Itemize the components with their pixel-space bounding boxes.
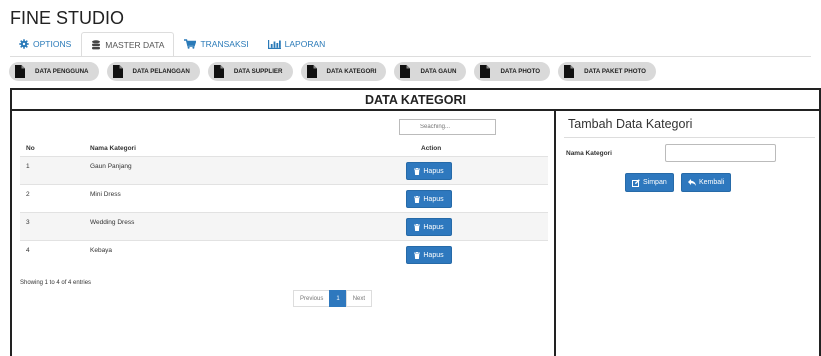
save-button[interactable]: Simpan xyxy=(625,173,674,192)
trash-icon xyxy=(414,223,421,231)
subnav-data-kategori[interactable]: DATA KATEGORI xyxy=(300,62,387,81)
tab-master-data[interactable]: MASTER DATA xyxy=(81,32,175,57)
subnav-label: DATA PENGGUNA xyxy=(35,68,89,75)
tab-label: TRANSAKSI xyxy=(200,39,249,49)
row-no: 1 xyxy=(26,163,30,170)
back-label: Kembali xyxy=(699,179,725,186)
nama-kategori-label: Nama Kategori xyxy=(566,150,612,157)
save-label: Simpan xyxy=(643,179,667,186)
row-name: Kebaya xyxy=(90,247,113,254)
panel-title: DATA KATEGORI xyxy=(12,90,819,111)
subnav-data-supplier[interactable]: DATA SUPPLIER xyxy=(207,62,293,81)
document-icon xyxy=(480,65,491,78)
tab-label: LAPORAN xyxy=(284,39,326,49)
back-button[interactable]: Kembali xyxy=(681,173,732,192)
document-icon xyxy=(112,65,123,78)
pagination: Previous 1 Next xyxy=(293,290,373,307)
subnav-data-pengguna[interactable]: DATA PENGGUNA xyxy=(9,62,99,81)
subnav-label: DATA PELANGGAN xyxy=(132,68,190,75)
delete-button[interactable]: Hapus xyxy=(406,190,452,208)
gear-icon xyxy=(19,39,29,49)
document-icon xyxy=(213,65,224,78)
tab-transaksi[interactable]: TRANSAKSI xyxy=(175,32,257,56)
main-tabs: OPTIONS MASTER DATA TRANSAKSI LAPORAN xyxy=(10,32,335,57)
pagination-page-1[interactable]: 1 xyxy=(329,290,347,307)
document-icon xyxy=(400,65,411,78)
database-icon xyxy=(91,39,101,50)
table-header: No Nama Kategori Action xyxy=(20,140,548,156)
column-action: Action xyxy=(421,145,442,152)
column-no: No xyxy=(26,145,35,152)
subnav-label: DATA PHOTO xyxy=(500,68,541,75)
subnav-data-pelanggan[interactable]: DATA PELANGGAN xyxy=(106,62,200,81)
row-name: Wedding Dress xyxy=(90,219,135,226)
search-input[interactable] xyxy=(399,119,496,135)
trash-icon xyxy=(414,251,421,259)
reply-icon xyxy=(688,179,696,186)
tab-options[interactable]: OPTIONS xyxy=(10,32,80,56)
bar-chart-icon xyxy=(267,39,281,49)
form-divider xyxy=(564,137,815,138)
app-title: FINE STUDIO xyxy=(10,8,125,28)
table-row: 3 Wedding Dress Hapus xyxy=(20,212,548,240)
subnav-data-gaun[interactable]: DATA GAUN xyxy=(394,62,467,81)
subnav-label: DATA GAUN xyxy=(420,68,457,75)
pagination-next[interactable]: Next xyxy=(345,290,373,307)
document-icon xyxy=(564,65,575,78)
tab-laporan[interactable]: LAPORAN xyxy=(259,32,335,56)
trash-icon xyxy=(414,167,421,175)
edit-icon xyxy=(632,178,640,187)
subnav-label: DATA SUPPLIER xyxy=(233,68,283,75)
table-row: 2 Mini Dress Hapus xyxy=(20,184,548,212)
table-info: Showing 1 to 4 of 4 entries xyxy=(20,280,92,286)
delete-button[interactable]: Hapus xyxy=(406,246,452,264)
nama-kategori-input[interactable] xyxy=(665,144,776,162)
delete-label: Hapus xyxy=(423,167,444,175)
delete-button[interactable]: Hapus xyxy=(406,162,452,180)
row-no: 4 xyxy=(26,247,30,254)
row-name: Gaun Panjang xyxy=(90,163,132,170)
pagination-previous[interactable]: Previous xyxy=(293,290,331,307)
form-title: Tambah Data Kategori xyxy=(568,117,693,131)
trash-icon xyxy=(414,195,421,203)
subnav-data-paket-photo[interactable]: DATA PAKET PHOTO xyxy=(558,62,656,81)
delete-label: Hapus xyxy=(423,251,444,259)
subnav-label: DATA PAKET PHOTO xyxy=(584,68,646,75)
category-list-area: No Nama Kategori Action 1 Gaun Panjang H… xyxy=(12,111,556,356)
row-name: Mini Dress xyxy=(90,191,121,198)
main-panel: DATA KATEGORI No Nama Kategori Action 1 … xyxy=(10,88,821,356)
subnav-label: DATA KATEGORI xyxy=(326,68,377,75)
sub-navigation: DATA PENGGUNA DATA PELANGGAN DATA SUPPLI… xyxy=(9,62,656,81)
cart-icon xyxy=(184,39,197,49)
document-icon xyxy=(15,65,25,78)
column-nama-kategori: Nama Kategori xyxy=(90,145,136,152)
delete-label: Hapus xyxy=(423,195,444,203)
table-row: 1 Gaun Panjang Hapus xyxy=(20,156,548,184)
document-icon xyxy=(306,65,317,78)
row-no: 2 xyxy=(26,191,30,198)
tab-label: MASTER DATA xyxy=(105,39,165,50)
tab-label: OPTIONS xyxy=(33,39,72,49)
delete-label: Hapus xyxy=(423,223,444,231)
add-category-form: Tambah Data Kategori Nama Kategori Simpa… xyxy=(558,111,819,356)
tabs-divider xyxy=(10,56,811,57)
delete-button[interactable]: Hapus xyxy=(406,218,452,236)
subnav-data-photo[interactable]: DATA PHOTO xyxy=(474,62,551,81)
row-no: 3 xyxy=(26,219,30,226)
table-row: 4 Kebaya Hapus xyxy=(20,240,548,268)
